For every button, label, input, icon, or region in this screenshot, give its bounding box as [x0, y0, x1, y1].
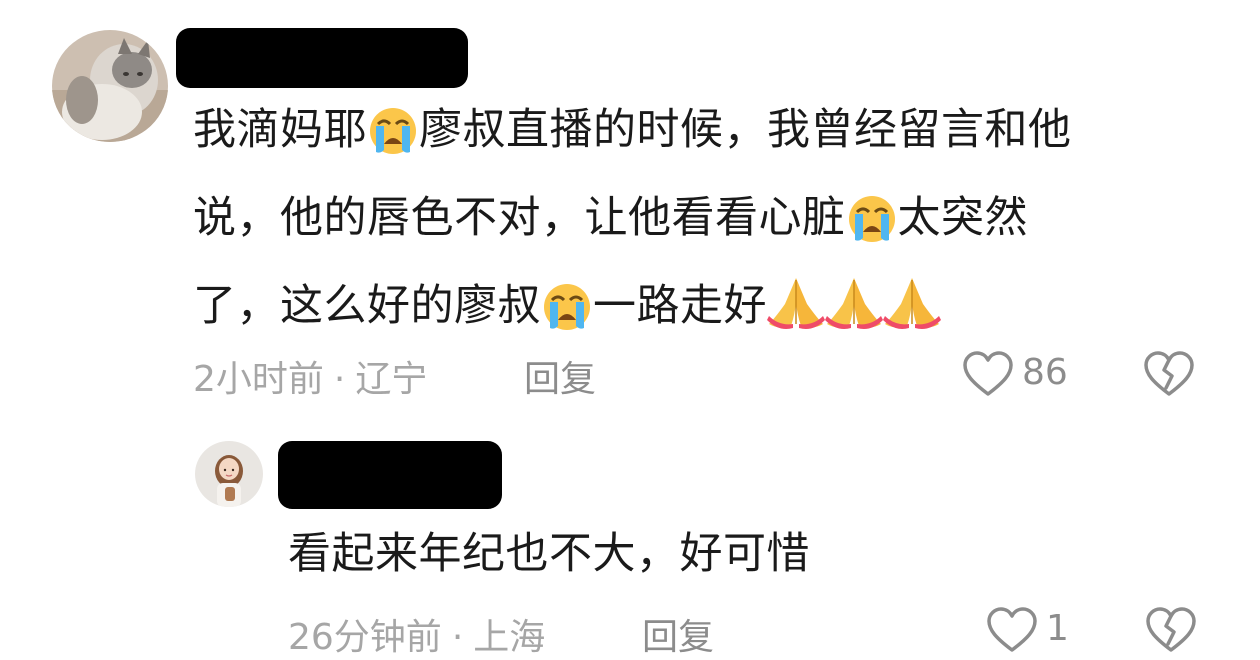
like-count: 1 [1046, 608, 1069, 649]
loudly-crying-face-icon [370, 108, 416, 154]
folded-hands-icon [767, 278, 825, 329]
timestamp: 2小时前 [193, 359, 324, 400]
comment-line: 说，他的唇色不对，让他看看心脏 太突然 [193, 193, 1028, 243]
dislike-button[interactable] [1144, 606, 1198, 654]
loudly-crying-face-icon [544, 284, 590, 330]
timestamp: 26分钟前 [288, 617, 442, 658]
loudly-crying-face-icon [848, 196, 895, 242]
cat-avatar-image [52, 30, 168, 142]
comment-thread: 我滴妈耶 廖叔直播的时候，我曾经留言和他 说，他的唇色不对，让他看看心脏 太突然 了… [0, 0, 1260, 660]
broken-heart-icon [1146, 607, 1196, 652]
comment-meta: 2小时前 · 辽宁 [193, 350, 427, 402]
dislike-button[interactable] [1142, 350, 1196, 398]
location: 辽宁 [355, 359, 428, 400]
separator: · [451, 617, 464, 658]
like-button[interactable] [962, 350, 1014, 398]
separator: · [333, 359, 346, 400]
comment-line: 我滴妈耶 廖叔直播的时候，我曾经留言和他 [193, 105, 1072, 155]
like-button[interactable] [986, 606, 1038, 654]
heart-outline-icon [987, 607, 1037, 652]
avatar[interactable] [195, 441, 263, 507]
username-redacted[interactable] [278, 441, 502, 509]
comment-body: 看起来年纪也不大，好可惜 [288, 510, 810, 598]
like-count: 86 [1022, 352, 1068, 393]
girl-avatar-image [195, 441, 263, 507]
comment-body: 我滴妈耶 廖叔直播的时候，我曾经留言和他 说，他的唇色不对，让他看看心脏 太突然 了… [193, 86, 1072, 350]
location: 上海 [473, 617, 546, 658]
username-redacted[interactable] [176, 28, 468, 88]
avatar[interactable] [52, 30, 168, 142]
comment-meta: 26分钟前 · 上海 [288, 608, 545, 660]
folded-hands-icon [825, 278, 883, 329]
folded-hands-icon [883, 278, 941, 329]
comment-line: 了，这么好的廖叔 一路走好 [193, 262, 1072, 350]
reply-button[interactable]: 回复 [642, 608, 714, 660]
comment-line: 看起来年纪也不大，好可惜 [288, 529, 810, 579]
heart-outline-icon [963, 351, 1013, 396]
broken-heart-icon [1144, 351, 1194, 396]
reply-button[interactable]: 回复 [524, 350, 596, 402]
